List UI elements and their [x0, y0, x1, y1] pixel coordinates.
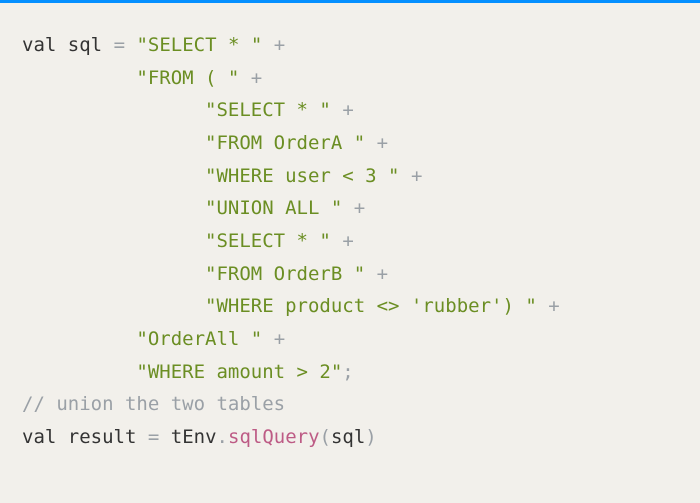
string-literal: "FROM OrderA "	[205, 132, 365, 154]
string-literal: "FROM OrderB "	[205, 263, 365, 285]
op-plus: +	[354, 197, 365, 219]
string-literal: "WHERE product <> 'rubber') "	[205, 295, 537, 317]
op-lparen: (	[320, 426, 331, 448]
op-dot: .	[217, 426, 228, 448]
op-plus: +	[251, 67, 262, 89]
string-literal: "SELECT * "	[205, 230, 331, 252]
op-rparen: )	[365, 426, 376, 448]
op-plus: +	[342, 99, 353, 121]
code-block: val sql = "SELECT * " + "FROM ( " + "SEL…	[22, 29, 678, 454]
op-semi: ;	[342, 361, 353, 383]
string-literal: "SELECT * "	[205, 99, 331, 121]
op-plus: +	[548, 295, 559, 317]
op-plus: +	[274, 328, 285, 350]
string-literal: "WHERE amount > 2"	[136, 361, 342, 383]
method-sqlquery: sqlQuery	[228, 426, 320, 448]
op-eq: =	[148, 426, 159, 448]
string-literal: "WHERE user < 3 "	[205, 165, 399, 187]
op-eq: =	[114, 34, 125, 56]
op-plus: +	[377, 132, 388, 154]
op-plus: +	[274, 34, 285, 56]
keyword-val: val	[22, 34, 56, 56]
keyword-val: val	[22, 426, 56, 448]
ident-sql: sql	[68, 34, 102, 56]
ident-result: result	[68, 426, 137, 448]
string-literal: "SELECT * "	[136, 34, 262, 56]
string-literal: "FROM ( "	[136, 67, 239, 89]
string-literal: "OrderAll "	[136, 328, 262, 350]
op-plus: +	[411, 165, 422, 187]
string-literal: "UNION ALL "	[205, 197, 342, 219]
op-plus: +	[377, 263, 388, 285]
op-plus: +	[342, 230, 353, 252]
comment: // union the two tables	[22, 393, 285, 415]
ident-arg-sql: sql	[331, 426, 365, 448]
ident-tenv: tEnv	[171, 426, 217, 448]
